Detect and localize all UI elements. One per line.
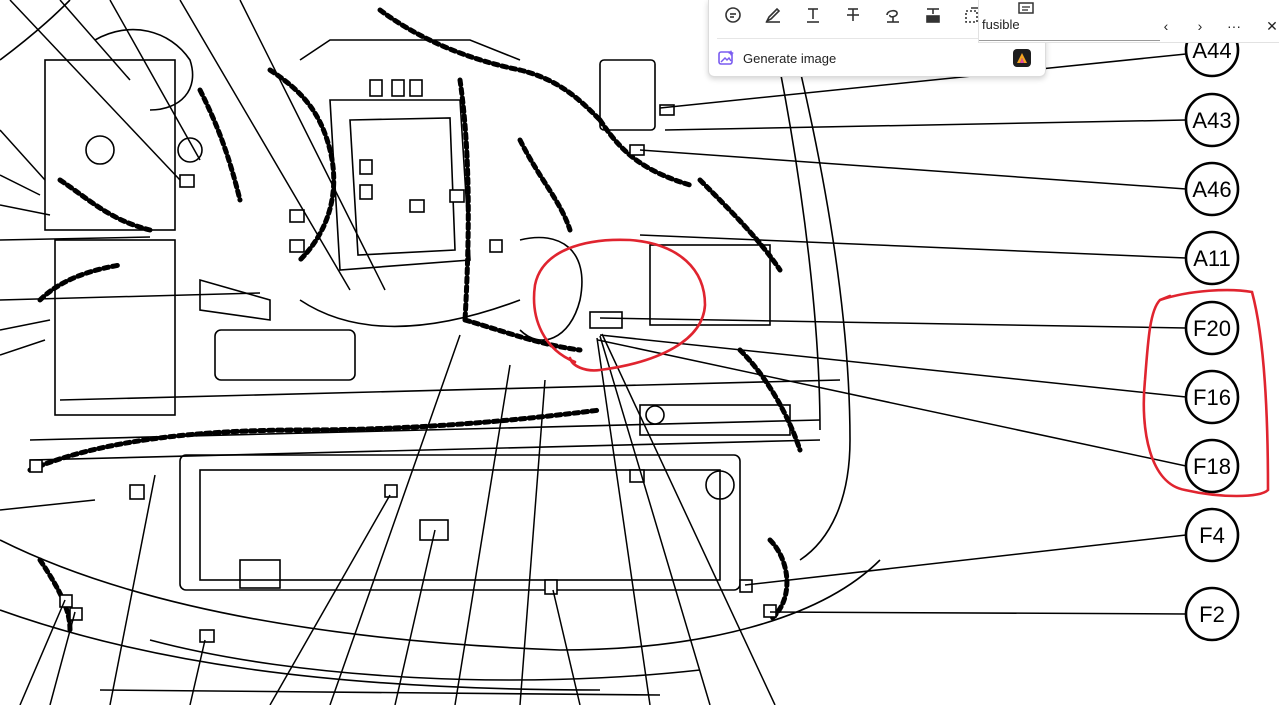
ellipsis-icon: ···: [1227, 18, 1241, 34]
callout-label-a11: A11: [1193, 246, 1231, 271]
radiator-support: [29, 379, 841, 591]
callout-label-f2: F2: [1199, 602, 1225, 627]
callout-a11: A11: [1184, 230, 1240, 286]
find-previous-button[interactable]: ‹: [1155, 14, 1177, 38]
callout-label-a43: A43: [1192, 108, 1231, 133]
highlight-button[interactable]: [755, 2, 791, 28]
find-input[interactable]: fusible: [982, 17, 1020, 32]
callout-f2: F2: [1184, 586, 1240, 642]
callout-a43: A43: [1184, 92, 1240, 148]
strikethrough-button[interactable]: [835, 2, 871, 28]
chevron-right-icon: ›: [1197, 18, 1203, 34]
callout-f16: F16: [1184, 369, 1240, 425]
generate-image-icon: [717, 49, 735, 67]
add-text-button[interactable]: [795, 2, 831, 28]
adobe-firefly-icon: [1013, 49, 1031, 67]
generate-image-label: Generate image: [743, 50, 837, 66]
comment-icon: [725, 7, 741, 23]
strikethrough-icon: [847, 8, 859, 21]
redact-button[interactable]: [915, 2, 951, 28]
signature-icon: [886, 9, 899, 23]
callout-label-f16: F16: [1193, 385, 1231, 410]
callout-f4: F4: [1184, 507, 1240, 563]
redact-icon: [926, 8, 940, 23]
text-icon: [807, 8, 819, 23]
callout-f18: F18: [1184, 438, 1240, 494]
find-next-button[interactable]: ›: [1189, 14, 1211, 38]
left-components: [44, 28, 356, 416]
find-input-underline: [979, 40, 1160, 41]
connector-blocks: [29, 79, 777, 643]
comment-button[interactable]: [715, 2, 751, 28]
callout-a46: A46: [1184, 161, 1240, 217]
callout-f20: F20: [1184, 300, 1240, 356]
highlight-pen-icon: [765, 7, 781, 23]
annotation-tools: [715, 2, 991, 28]
more-options-button[interactable]: ···: [1223, 14, 1245, 38]
callout-label-f20: F20: [1193, 316, 1231, 341]
close-find-button[interactable]: ✕: [1261, 14, 1279, 38]
callout-leader-lines: [597, 53, 1187, 615]
callout-label-a46: A46: [1192, 177, 1231, 202]
close-icon: ✕: [1266, 17, 1278, 34]
signature-button[interactable]: [875, 2, 911, 28]
generate-image-menu-item[interactable]: Generate image: [717, 44, 1037, 72]
chevron-left-icon: ‹: [1163, 18, 1169, 34]
callout-label-f18: F18: [1193, 454, 1231, 479]
callout-label-f4: F4: [1199, 523, 1225, 548]
red-circle-fuse-box: [532, 238, 707, 372]
note-icon[interactable]: [1017, 2, 1035, 18]
engine-wiring-diagram: A44 A43 A46 A11 F20 F16 F18 F4 F2: [0, 0, 1270, 705]
